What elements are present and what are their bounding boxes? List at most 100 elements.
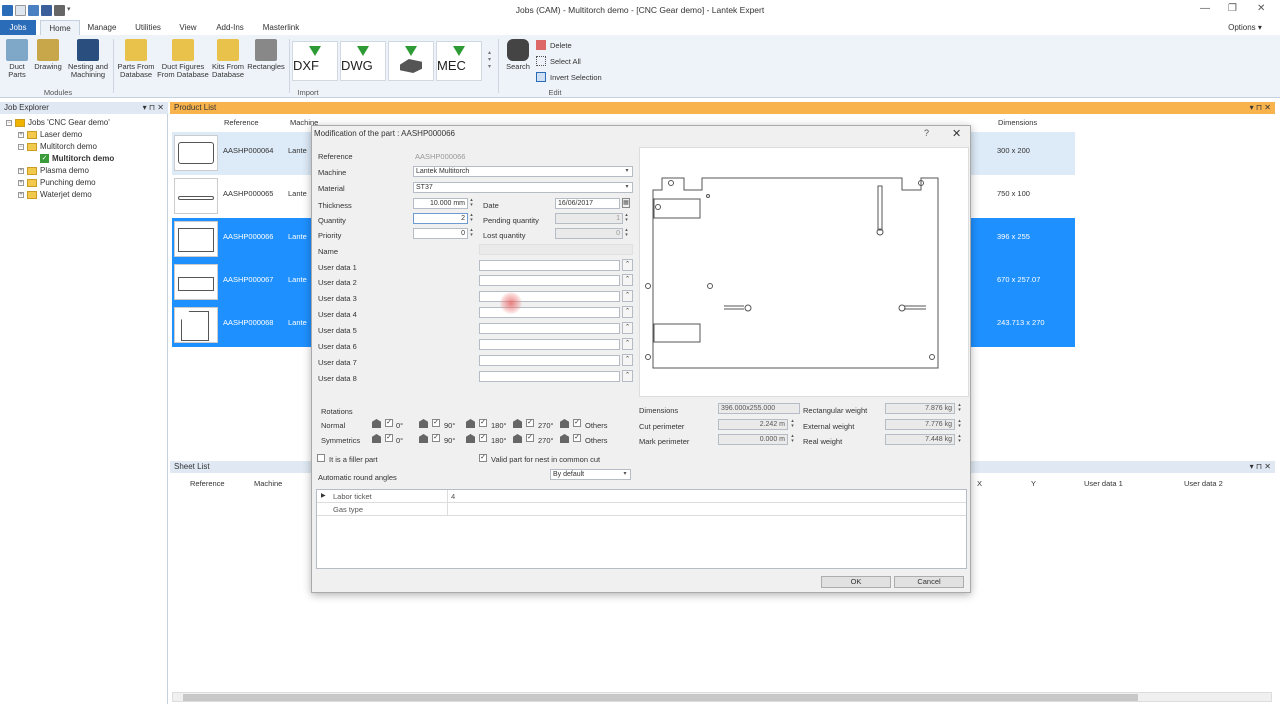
select-all-button[interactable]: Select All <box>536 56 581 66</box>
material-select[interactable]: ST37 <box>413 182 633 193</box>
col-header-user-data-2[interactable]: User data 2 <box>1184 479 1223 488</box>
col-header-reference[interactable]: Reference <box>224 118 259 127</box>
rectangles-button[interactable]: Rectangles <box>246 39 286 71</box>
maximize-button[interactable]: ❐ <box>1228 3 1237 14</box>
thickness-spinner[interactable]: ▴ ▾ <box>468 198 475 209</box>
import-mec-button[interactable]: MEC <box>436 41 482 81</box>
close-button[interactable]: ✕ <box>1257 3 1265 14</box>
scrollbar-thumb[interactable] <box>183 694 1138 701</box>
chevron-down-icon[interactable]: ▾ <box>621 470 629 479</box>
normal-0-checkbox[interactable]: ✓ <box>385 419 393 427</box>
expand-icon[interactable]: ⌃ <box>622 370 633 382</box>
tree-item-multitorch-job[interactable]: ✓ Multitorch demo <box>40 154 114 163</box>
tree-item-plasma[interactable]: + Plasma demo <box>18 166 89 175</box>
dialog-close-button[interactable]: ✕ <box>952 127 961 140</box>
col-header-user-data-1[interactable]: User data 1 <box>1084 479 1123 488</box>
expand-icon[interactable]: ⌃ <box>622 274 633 286</box>
symmetric-90-checkbox[interactable]: ✓ <box>432 434 440 442</box>
expand-icon[interactable]: + <box>18 179 24 186</box>
tree-item-waterjet[interactable]: + Waterjet demo <box>18 190 92 199</box>
delete-button[interactable]: Delete <box>536 40 572 50</box>
name-field[interactable] <box>479 244 633 255</box>
expand-icon[interactable]: ⌃ <box>622 338 633 350</box>
tree-item-jobs[interactable]: − Jobs 'CNC Gear demo' <box>6 118 110 127</box>
chevron-down-icon[interactable]: ▾ <box>623 183 631 192</box>
normal-others-checkbox[interactable]: ✓ <box>573 419 581 427</box>
duct-figures-button[interactable]: Duct Figures From Database <box>156 39 210 79</box>
normal-90-checkbox[interactable]: ✓ <box>432 419 440 427</box>
tab-utilities[interactable]: Utilities <box>132 20 164 35</box>
options-button[interactable]: Options ▾ <box>1225 20 1265 35</box>
calendar-icon[interactable]: ▦ <box>622 198 630 208</box>
col-header-y[interactable]: Y <box>1031 479 1036 488</box>
collapse-icon[interactable]: − <box>18 143 24 150</box>
panel-controls[interactable]: ▾ ⊓ ✕ <box>1250 102 1271 114</box>
user-data-6-field[interactable] <box>479 339 620 350</box>
symmetric-others-checkbox[interactable]: ✓ <box>573 434 581 442</box>
expand-icon[interactable]: ⌃ <box>622 354 633 366</box>
import-dwg-button[interactable]: DWG <box>340 41 386 81</box>
quantity-spinner[interactable]: ▴ ▾ <box>468 213 475 224</box>
tab-home[interactable]: Home <box>40 20 80 35</box>
expand-icon[interactable]: + <box>18 167 24 174</box>
minimize-button[interactable]: — <box>1200 3 1210 14</box>
expand-icon[interactable]: ⌃ <box>622 322 633 334</box>
drawing-button[interactable]: Drawing <box>33 39 63 71</box>
cancel-button[interactable]: Cancel <box>894 576 964 588</box>
collapse-icon[interactable]: − <box>6 119 12 126</box>
ok-button[interactable]: OK <box>821 576 891 588</box>
kits-from-database-button[interactable]: Kits From Database <box>210 39 246 79</box>
symmetric-180-checkbox[interactable]: ✓ <box>479 434 487 442</box>
expand-icon[interactable]: + <box>18 131 24 138</box>
priority-spinner[interactable]: ▴ ▾ <box>468 228 475 239</box>
col-header-dimensions[interactable]: Dimensions <box>998 118 1037 127</box>
help-button[interactable]: ? <box>924 128 929 138</box>
property-row[interactable]: ▶ Labor ticket 4 <box>317 490 966 503</box>
user-data-7-field[interactable] <box>479 355 620 366</box>
expand-icon[interactable]: ⌃ <box>622 259 633 271</box>
date-field[interactable]: 16/06/2017 <box>555 198 620 209</box>
symmetric-0-checkbox[interactable]: ✓ <box>385 434 393 442</box>
user-data-1-field[interactable] <box>479 260 620 271</box>
parts-from-database-button[interactable]: Parts From Database <box>116 39 156 79</box>
panel-controls[interactable]: ▾ ⊓ ✕ <box>143 102 164 114</box>
valid-nest-checkbox[interactable]: ✓ <box>479 454 487 462</box>
quantity-field[interactable]: 2 <box>413 213 468 224</box>
tab-view[interactable]: View <box>178 20 198 35</box>
tab-add-ins[interactable]: Add-Ins <box>214 20 246 35</box>
property-row[interactable]: Gas type <box>317 503 966 516</box>
gallery-scroll[interactable]: ▴ ▾ ▾ <box>488 49 491 70</box>
thickness-field[interactable]: 10.000 mm <box>413 198 468 209</box>
import-dxf-button[interactable]: DXF <box>292 41 338 81</box>
tab-manage[interactable]: Manage <box>86 20 118 35</box>
panel-controls[interactable]: ▾ ⊓ ✕ <box>1250 461 1271 473</box>
horizontal-scrollbar[interactable] <box>172 692 1272 702</box>
user-data-4-field[interactable] <box>479 307 620 318</box>
tree-item-multitorch[interactable]: − Multitorch demo <box>18 142 97 151</box>
col-header-machine[interactable]: Machine <box>254 479 282 488</box>
auto-round-select[interactable]: By default <box>550 469 631 480</box>
import-3d-button[interactable] <box>388 41 434 81</box>
expand-icon[interactable]: ⌃ <box>622 306 633 318</box>
user-data-2-field[interactable] <box>479 275 620 286</box>
nesting-machining-button[interactable]: Nesting and Machining <box>66 39 110 79</box>
expand-arrow-icon[interactable]: ▶ <box>321 492 326 499</box>
tab-masterlink[interactable]: Masterlink <box>260 20 302 35</box>
invert-selection-button[interactable]: Invert Selection <box>536 72 602 82</box>
filler-part-checkbox[interactable] <box>317 454 325 462</box>
tab-jobs[interactable]: Jobs <box>0 20 36 35</box>
machine-select[interactable]: Lantek Multitorch <box>413 166 633 177</box>
duct-parts-button[interactable]: Duct Parts <box>4 39 30 79</box>
chevron-down-icon[interactable]: ▾ <box>623 167 631 176</box>
col-header-reference[interactable]: Reference <box>190 479 225 488</box>
expand-icon[interactable]: ⌃ <box>622 290 633 302</box>
user-data-5-field[interactable] <box>479 323 620 334</box>
search-button[interactable]: Search <box>503 39 533 71</box>
expand-icon[interactable]: + <box>18 191 24 198</box>
priority-field[interactable]: 0 <box>413 228 468 239</box>
tree-item-laser[interactable]: + Laser demo <box>18 130 82 139</box>
normal-180-checkbox[interactable]: ✓ <box>479 419 487 427</box>
tree-item-punching[interactable]: + Punching demo <box>18 178 96 187</box>
normal-270-checkbox[interactable]: ✓ <box>526 419 534 427</box>
user-data-8-field[interactable] <box>479 371 620 382</box>
